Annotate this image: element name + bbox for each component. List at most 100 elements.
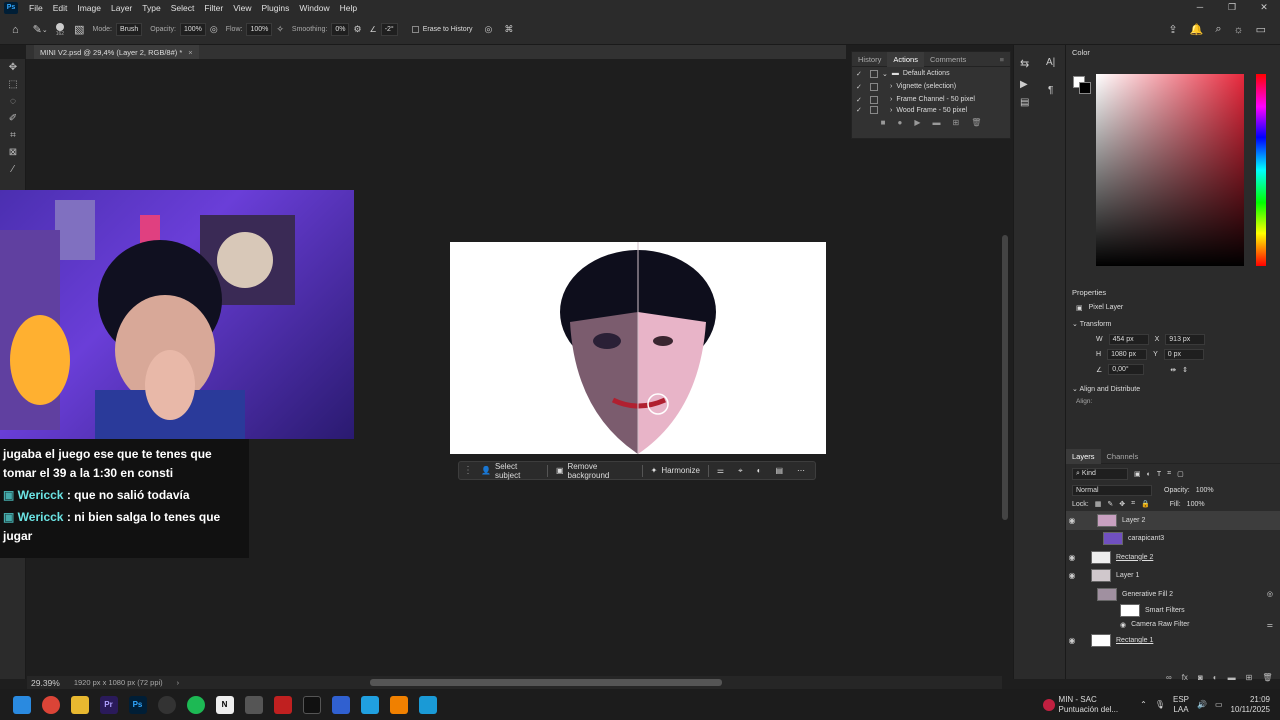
lock-pixels-icon[interactable]: ✎ <box>1107 500 1113 508</box>
premiere-icon[interactable]: Pr <box>94 689 123 720</box>
layer-row[interactable]: ◉ Rectangle 2 <box>1066 548 1280 567</box>
filter-options-icon[interactable]: ⚌ <box>1267 621 1273 629</box>
chevron-right-icon[interactable]: › <box>890 107 892 114</box>
layer-name[interactable]: Generative Fill 2 <box>1122 591 1173 598</box>
spotify-icon[interactable] <box>181 689 210 720</box>
layer-name[interactable]: Rectangle 2 <box>1116 554 1153 561</box>
filter-adjustment-icon[interactable]: ◐ <box>1147 471 1151 478</box>
filter-type-icon[interactable]: T <box>1157 471 1161 478</box>
document-tab[interactable]: MINI V2.psd @ 29,4% (Layer 2, RGB/8#) * … <box>34 45 199 59</box>
pressure-opacity-icon[interactable]: ◎ <box>210 24 218 35</box>
erase-history-checkbox[interactable] <box>411 26 419 33</box>
notification-widget[interactable]: MIN - SAC Puntuación del... <box>1042 695 1118 715</box>
restore-icon[interactable]: ❐ <box>1216 0 1248 15</box>
tab-comments[interactable]: Comments <box>924 52 972 67</box>
search-icon[interactable]: ⌕ <box>1215 23 1221 36</box>
menu-plugins[interactable]: Plugins <box>256 3 294 13</box>
flip-horizontal-icon[interactable]: ⇹ <box>1170 366 1176 374</box>
file-explorer-icon[interactable] <box>65 689 94 720</box>
background-color-swatch[interactable] <box>1079 82 1091 94</box>
new-layer-icon[interactable]: ⊞ <box>1246 673 1253 682</box>
bell-icon[interactable]: 🔔 <box>1190 23 1204 36</box>
menu-image[interactable]: Image <box>72 3 106 13</box>
app-blue-icon[interactable] <box>326 689 355 720</box>
document-tab-close[interactable]: × <box>188 48 192 57</box>
app-red-icon[interactable] <box>268 689 297 720</box>
menu-window[interactable]: Window <box>294 3 334 13</box>
document-size[interactable]: 1920 px x 1080 px (72 ppi) <box>74 678 163 687</box>
align-section[interactable]: ⌄ Align and Distribute <box>1066 377 1280 396</box>
kind-filter-select[interactable]: ⌕ Kind <box>1072 468 1128 480</box>
menu-filter[interactable]: Filter <box>199 3 228 13</box>
dialog-toggle[interactable] <box>870 69 878 78</box>
dialog-toggle[interactable] <box>870 95 878 104</box>
lasso-tool-icon[interactable]: ◌ <box>0 93 26 110</box>
app-multicolor-icon[interactable] <box>355 689 384 720</box>
windows-start-icon[interactable] <box>7 689 36 720</box>
menu-view[interactable]: View <box>228 3 256 13</box>
check-icon[interactable]: ✓ <box>856 70 866 78</box>
menu-layer[interactable]: Layer <box>106 3 137 13</box>
color-picker-field[interactable] <box>1096 74 1244 266</box>
close-icon[interactable]: ✕ <box>1248 0 1280 15</box>
smoothing-input[interactable]: 0% <box>331 23 350 36</box>
comment-icon[interactable]: ▤ <box>1020 97 1029 108</box>
eye-icon[interactable]: ◉ <box>1066 636 1078 645</box>
trash-icon[interactable]: 🗑 <box>1262 673 1272 682</box>
obs-icon[interactable] <box>152 689 181 720</box>
adjust-icon[interactable]: ⚌ <box>711 464 730 477</box>
language-indicator[interactable]: ESP LAA <box>1173 695 1189 715</box>
photoshop-taskbar-icon[interactable]: Ps <box>123 689 152 720</box>
microphone-icon[interactable]: 🎙 <box>1155 700 1165 709</box>
angle-input[interactable]: 0,00° <box>1108 364 1145 375</box>
transform-icon[interactable]: ⌖ <box>732 464 749 478</box>
layer-name[interactable]: Camera Raw Filter <box>1131 621 1189 628</box>
filter-smart-icon[interactable]: ▢ <box>1177 470 1184 478</box>
chrome-icon[interactable] <box>36 689 65 720</box>
tab-layers[interactable]: Layers <box>1066 448 1101 464</box>
layer-name[interactable]: Smart Filters <box>1145 607 1185 614</box>
mask-icon[interactable]: ◙ <box>1198 673 1203 682</box>
layer-row[interactable]: ◉ Rectangle 1 <box>1066 632 1280 651</box>
eye-icon[interactable]: ◉ <box>1066 553 1078 562</box>
y-input[interactable]: 0 px <box>1163 349 1204 360</box>
layer-row[interactable]: ◉ Layer 2 <box>1066 511 1280 530</box>
frame-tool-icon[interactable]: ⊠ <box>0 144 26 161</box>
share-icon[interactable]: ⇪ <box>1168 23 1177 36</box>
action-row[interactable]: ✓ › Vignette (selection) <box>852 80 1010 93</box>
eyedropper-tool-icon[interactable]: ⁄ <box>0 161 26 178</box>
remove-background-button[interactable]: ▣ Remove background <box>550 460 640 482</box>
layer-name[interactable]: Rectangle 1 <box>1116 637 1153 644</box>
brush-preset-picker[interactable]: 162 <box>56 22 64 37</box>
menu-type[interactable]: Type <box>137 3 165 13</box>
play-icon[interactable]: ▶ <box>1020 79 1028 90</box>
calculator-icon[interactable] <box>239 689 268 720</box>
chevron-down-icon[interactable]: ⌄ <box>882 70 888 78</box>
minimize-icon[interactable]: ─ <box>1184 0 1216 15</box>
drag-handle-icon[interactable]: ⋮ <box>463 465 473 476</box>
layer-name[interactable]: Layer 2 <box>1122 517 1145 524</box>
menu-edit[interactable]: Edit <box>48 3 73 13</box>
mode-select[interactable]: Brush <box>115 23 143 36</box>
vlc-icon[interactable] <box>384 689 413 720</box>
lock-position-icon[interactable]: ✥ <box>1119 500 1125 508</box>
menu-file[interactable]: File <box>24 3 48 13</box>
move-tool-icon[interactable]: ✥ <box>0 59 26 76</box>
learn-icon[interactable]: ☼ <box>1234 23 1244 36</box>
eye-icon[interactable]: ◉ <box>1066 516 1078 525</box>
clock[interactable]: 21:09 10/11/2025 <box>1231 695 1270 715</box>
add-icon[interactable]: ⊞ <box>952 118 959 127</box>
harmonize-button[interactable]: ✦ Harmonize <box>645 464 706 477</box>
paragraph-panel-icon[interactable]: ¶ <box>1048 85 1053 96</box>
layer-row[interactable]: ◉ Camera Raw Filter ⚌ <box>1066 618 1280 632</box>
check-icon[interactable]: ✓ <box>856 96 866 104</box>
pressure-size-icon[interactable]: ◎ <box>485 24 493 35</box>
check-icon[interactable]: ✓ <box>856 106 866 114</box>
link-icon[interactable]: ∞ <box>1166 673 1172 682</box>
layer-row[interactable]: ◉ Layer 1 <box>1066 567 1280 586</box>
mask-icon[interactable]: ◐ <box>751 464 768 477</box>
layer-row[interactable]: Generative Fill 2 ◎ <box>1066 585 1280 604</box>
workspace-icon[interactable]: ▭ <box>1256 23 1266 36</box>
chevron-right-icon[interactable]: › <box>177 678 180 687</box>
character-panel-icon[interactable]: A| <box>1046 57 1055 68</box>
